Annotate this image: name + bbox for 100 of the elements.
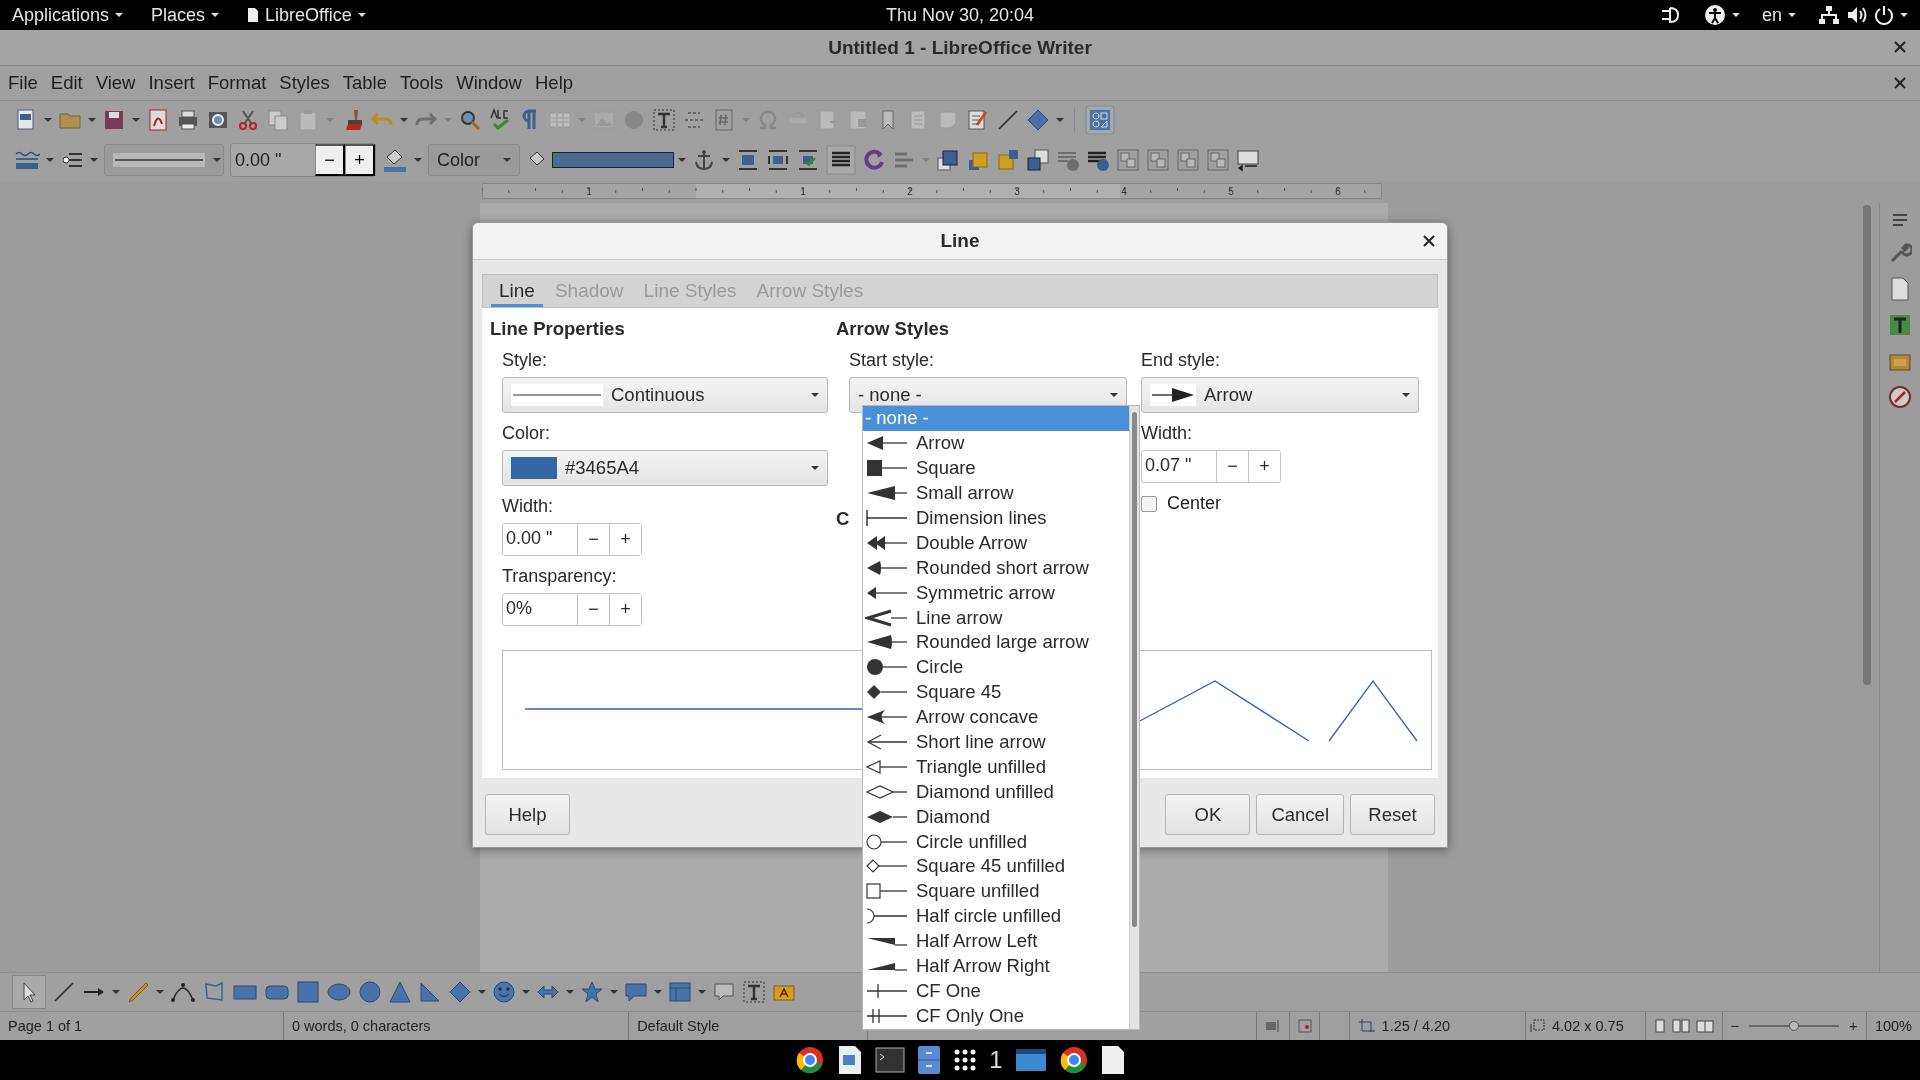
top-bar-menu[interactable]: Applications	[12, 4, 110, 26]
workspace-number[interactable]: 1	[989, 1046, 1003, 1074]
zoom-out-button[interactable]: −	[1730, 1018, 1740, 1034]
text-box-icon[interactable]	[742, 980, 766, 1004]
curve-icon[interactable]	[170, 980, 196, 1004]
end-style-dropdown[interactable]: Arrow	[1141, 377, 1419, 413]
anchor-icon[interactable]	[692, 148, 716, 172]
rotate-icon[interactable]	[862, 148, 886, 172]
width-spinbox[interactable]: 0.00 " − +	[502, 523, 642, 556]
wrap-through-icon[interactable]	[826, 145, 856, 175]
round-logo-icon[interactable]	[1058, 1045, 1089, 1075]
cancel-button[interactable]: Cancel	[1256, 794, 1344, 835]
zoom-percent[interactable]: 100%	[1874, 1018, 1912, 1034]
speaker-icon[interactable]	[1846, 5, 1868, 25]
menu-item[interactable]: Edit	[46, 68, 92, 98]
caret-icon[interactable]	[1731, 12, 1740, 18]
top-bar-menu[interactable]: Places	[151, 4, 206, 26]
power-icon[interactable]	[1874, 5, 1894, 25]
paint-bucket-icon[interactable]	[382, 147, 408, 173]
triangle-icon[interactable]	[388, 980, 412, 1004]
pointer-icon[interactable]	[12, 975, 46, 1009]
increment-button[interactable]: +	[609, 524, 641, 555]
scrollbar-thumb[interactable]	[1863, 205, 1871, 685]
wrench-icon[interactable]	[1888, 241, 1912, 265]
pencil-icon[interactable]	[126, 980, 150, 1004]
blank-page-icon[interactable]	[1100, 1045, 1125, 1075]
scrollbar-thumb[interactable]	[1132, 412, 1137, 927]
accessibility-icon[interactable]	[1703, 4, 1726, 26]
top-bar-menu[interactable]: LibreOffice	[265, 4, 352, 26]
pencil-page-icon[interactable]	[966, 108, 990, 132]
spin-value[interactable]: 0%	[503, 594, 577, 625]
line-icon[interactable]	[52, 980, 76, 1004]
menu-item[interactable]: Insert	[144, 68, 204, 98]
area-style-dropdown[interactable]: Color	[428, 144, 520, 176]
text-box-icon[interactable]	[652, 108, 676, 132]
document-icon[interactable]	[837, 1045, 864, 1075]
page-style[interactable]: Default Style	[637, 1018, 720, 1034]
round-logo-icon[interactable]	[795, 1045, 826, 1075]
line-style-dropdown[interactable]	[104, 144, 224, 176]
menu-item[interactable]: Help	[531, 68, 583, 98]
wrap-icon[interactable]	[796, 148, 820, 172]
pdf-icon[interactable]	[146, 108, 170, 132]
plug-icon[interactable]	[1659, 5, 1682, 25]
draw-functions-icon[interactable]	[1085, 105, 1115, 135]
caret-icon[interactable]	[211, 12, 220, 18]
menu-item[interactable]: Tools	[395, 68, 453, 98]
two-pages-icon[interactable]	[1671, 1019, 1690, 1033]
hash-field-icon[interactable]	[712, 108, 736, 132]
bring-to-front-icon[interactable]	[936, 148, 960, 172]
ellipse-icon[interactable]	[326, 980, 352, 1004]
increment-button[interactable]: +	[345, 144, 375, 176]
caret-icon[interactable]	[1110, 392, 1118, 398]
spin-value[interactable]: 0.07 "	[1142, 451, 1216, 482]
reset-button[interactable]: Reset	[1350, 794, 1435, 835]
menu-icon[interactable]	[1891, 211, 1909, 229]
printer-icon[interactable]	[176, 108, 200, 132]
spin-value[interactable]: 0.00 "	[503, 524, 577, 555]
book-view-icon[interactable]	[1695, 1019, 1714, 1033]
menu-item[interactable]: Table	[338, 68, 396, 98]
clock[interactable]: Thu Nov 30, 20:04	[885, 4, 1035, 25]
spin-value[interactable]: 0.00 "	[231, 149, 315, 171]
styles-icon[interactable]	[1888, 313, 1912, 337]
checkbox-label[interactable]: Center	[1167, 493, 1222, 514]
star-icon[interactable]	[580, 980, 604, 1004]
help-button[interactable]: Help	[485, 794, 570, 835]
transparency-spinbox[interactable]: 0% − +	[502, 593, 642, 626]
increment-button[interactable]: +	[609, 594, 641, 625]
caret-icon[interactable]	[357, 12, 366, 18]
swatch-dropdown[interactable]: #3465A4	[502, 450, 828, 486]
window-icon[interactable]	[1014, 1046, 1047, 1074]
send-to-back-icon[interactable]	[1026, 148, 1050, 172]
diamond-icon[interactable]	[1026, 108, 1050, 132]
magnifier-pencil-icon[interactable]	[458, 108, 482, 132]
checkbox[interactable]	[1141, 495, 1157, 512]
style-dropdown[interactable]: Continuous	[502, 377, 828, 413]
ok-button[interactable]: OK	[1165, 794, 1251, 835]
speech-bubble-icon[interactable]	[624, 980, 648, 1004]
page-icon[interactable]	[247, 7, 260, 23]
menu-item[interactable]: View	[91, 68, 145, 98]
caret-icon[interactable]	[1900, 12, 1908, 18]
polygon-icon[interactable]	[202, 980, 226, 1004]
caret-icon[interactable]	[811, 465, 819, 471]
flowchart-icon[interactable]	[668, 980, 692, 1004]
line-width-field[interactable]: 0.00 " − +	[230, 143, 376, 177]
decrement-button[interactable]: −	[315, 144, 345, 176]
arrow-width-spinbox[interactable]: 0.07 " − +	[1141, 450, 1281, 483]
single-page-icon[interactable]	[1653, 1019, 1666, 1033]
scissors-icon[interactable]	[236, 108, 260, 132]
wrap-icon[interactable]	[766, 148, 790, 172]
line-icon[interactable]	[996, 108, 1020, 132]
document-modified-icon[interactable]	[1298, 1019, 1313, 1033]
caret-icon[interactable]	[1788, 12, 1796, 18]
increment-button[interactable]: +	[1248, 451, 1280, 482]
square-icon[interactable]	[296, 980, 320, 1004]
wrap-icon[interactable]	[736, 148, 760, 172]
diamond-icon[interactable]	[448, 980, 472, 1004]
circle-icon[interactable]	[358, 980, 382, 1004]
menu-item[interactable]: Window	[452, 68, 531, 98]
menu-item[interactable]: Format	[203, 68, 276, 98]
send-backward-icon[interactable]	[996, 148, 1020, 172]
